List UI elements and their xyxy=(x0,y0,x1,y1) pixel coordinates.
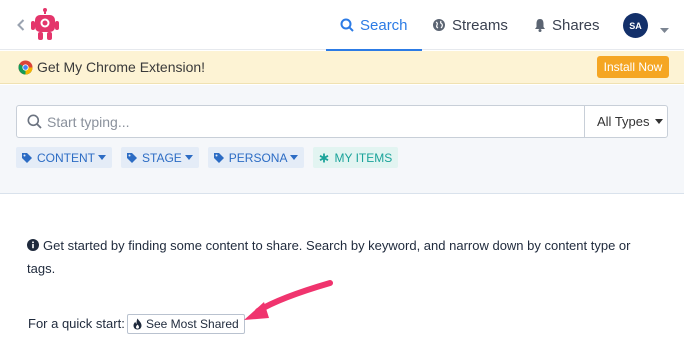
tab-streams-label: Streams xyxy=(452,16,508,34)
info-circle-icon xyxy=(27,239,39,251)
caret-down-icon xyxy=(654,119,663,124)
filter-my-items-label: MY ITEMS xyxy=(334,150,393,165)
filter-my-items[interactable]: MY ITEMS xyxy=(313,147,399,168)
tag-icon xyxy=(213,152,224,163)
caret-down-icon xyxy=(98,155,106,160)
tab-shares[interactable]: Shares xyxy=(534,0,600,50)
fire-icon xyxy=(133,318,142,330)
see-most-shared-label: See Most Shared xyxy=(146,317,239,331)
search-panel: All Types xyxy=(0,85,684,194)
see-most-shared-button[interactable]: See Most Shared xyxy=(127,314,245,334)
user-avatar[interactable]: SA xyxy=(623,13,648,38)
filter-stage-label: STAGE xyxy=(142,150,182,165)
search-input[interactable] xyxy=(47,107,587,136)
tag-icon xyxy=(127,152,137,163)
tab-streams[interactable]: Streams xyxy=(432,0,508,50)
extension-banner: Get My Chrome Extension! xyxy=(0,51,684,84)
back-icon[interactable] xyxy=(14,14,28,36)
chevron-down-icon[interactable] xyxy=(660,21,669,39)
banner-text: Get My Chrome Extension! xyxy=(37,59,206,75)
asterisk-icon xyxy=(320,153,329,162)
pointer-arrow-annotation xyxy=(244,280,333,320)
filter-content[interactable]: CONTENT xyxy=(16,147,112,168)
filter-content-label: CONTENT xyxy=(37,150,95,165)
top-nav: Search Streams Shares SA xyxy=(0,0,684,51)
quick-start-label: For a quick start: xyxy=(28,316,125,331)
tab-shares-label: Shares xyxy=(552,16,600,34)
install-now-button[interactable]: Install Now xyxy=(597,56,669,78)
type-select[interactable]: All Types xyxy=(584,106,668,137)
info-message: Get started by finding some content to s… xyxy=(27,234,647,280)
info-text: Get started by finding some content to s… xyxy=(27,238,631,276)
filter-tags: CONTENT STAGE PERSONA MY ITEMS xyxy=(16,147,399,169)
search-icon xyxy=(340,18,354,32)
filter-persona-label: PERSONA xyxy=(228,150,288,165)
tab-search-label: Search xyxy=(360,16,408,34)
chrome-icon xyxy=(18,60,33,75)
search-box: All Types xyxy=(16,105,668,138)
type-select-label: All Types xyxy=(597,114,650,129)
caret-down-icon xyxy=(290,155,299,160)
caret-down-icon xyxy=(184,155,193,160)
search-icon xyxy=(27,114,42,129)
bell-icon xyxy=(535,19,545,32)
tag-icon xyxy=(22,152,32,163)
app-logo[interactable] xyxy=(30,8,60,42)
globe-icon xyxy=(433,19,445,31)
filter-stage[interactable]: STAGE xyxy=(121,147,199,168)
filter-persona[interactable]: PERSONA xyxy=(207,147,305,168)
tab-search[interactable]: Search xyxy=(326,0,421,51)
